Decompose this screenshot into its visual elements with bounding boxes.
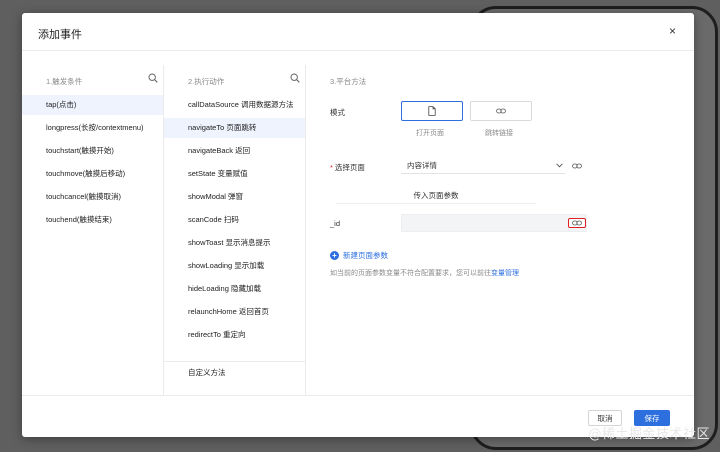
mode-label: 模式 <box>330 108 345 117</box>
action-item-redirectto[interactable]: redirectTo 重定向 <box>164 325 305 345</box>
param-bind-link-button[interactable] <box>568 218 586 228</box>
link-icon <box>496 108 506 114</box>
param-hint-text: 如当前的页面参数变量不符合配置要求，您可以前往 <box>330 270 491 277</box>
platform-method-header: 3.平台方法 <box>330 77 367 86</box>
action-item-showloading[interactable]: showLoading 显示加载 <box>164 256 305 276</box>
new-page-param-button[interactable]: + 新建页面参数 <box>330 250 388 261</box>
trigger-item-touchcancel[interactable]: touchcancel(触摸取消) <box>22 187 163 207</box>
select-page-label-text: 选择页面 <box>334 163 365 172</box>
select-page-value: 内容详情 <box>407 161 437 170</box>
trigger-item-touchend[interactable]: touchend(触摸结束) <box>22 210 163 230</box>
param-id-input[interactable] <box>401 214 587 232</box>
action-item-navigateto[interactable]: navigateTo 页面跳转 <box>164 118 305 138</box>
mode-open-page-caption: 打开页面 <box>416 130 444 137</box>
action-column: 2.执行动作 callDataSource 调用数据源方法 navigateTo… <box>164 65 306 395</box>
search-icon[interactable] <box>148 73 158 83</box>
action-item-calldatasource[interactable]: callDataSource 调用数据源方法 <box>164 95 305 115</box>
file-icon <box>428 106 436 116</box>
mode-open-page-button[interactable] <box>401 101 463 121</box>
param-id-label: _id <box>330 219 341 228</box>
watermark: @稀土掘金技术社区 <box>588 427 710 442</box>
trigger-column-header: 1.触发条件 <box>46 77 83 86</box>
trigger-item-touchstart[interactable]: touchstart(触摸开始) <box>22 141 163 161</box>
plus-icon: + <box>330 251 339 260</box>
action-column-header: 2.执行动作 <box>188 77 225 86</box>
action-item-showtoast[interactable]: showToast 显示消息提示 <box>164 233 305 253</box>
pass-params-label: 传入页面参数 <box>413 191 459 200</box>
search-icon[interactable] <box>290 73 300 83</box>
chevron-down-icon <box>556 163 563 168</box>
variable-management-link[interactable]: 变量管理 <box>491 270 519 277</box>
mode-jump-link-button[interactable] <box>470 101 532 121</box>
select-page-dropdown[interactable]: 内容详情 <box>401 158 565 174</box>
pass-params-section: 传入页面参数 <box>336 190 536 204</box>
trigger-column: 1.触发条件 tap(点击) longpress(长按/contextmenu)… <box>22 65 164 395</box>
select-page-label: * 选择页面 <box>330 162 365 173</box>
add-event-dialog: 添加事件 × 1.触发条件 tap(点击) longpress(长按/conte… <box>22 13 694 437</box>
trigger-item-touchmove[interactable]: touchmove(触摸后移动) <box>22 164 163 184</box>
param-hint: 如当前的页面参数变量不符合配置要求，您可以前往变量管理 <box>330 268 519 278</box>
platform-method-column: 3.平台方法 模式 打开页面 跳转链接 * 选择页面 内容详情 传入页面参数 _… <box>306 65 694 395</box>
trigger-item-longpress[interactable]: longpress(长按/contextmenu) <box>22 118 163 138</box>
action-item-hideloading[interactable]: hideLoading 隐藏加载 <box>164 279 305 299</box>
new-page-param-label: 新建页面参数 <box>343 251 388 260</box>
mode-jump-link-caption: 跳转链接 <box>485 130 513 137</box>
close-button[interactable]: × <box>669 25 676 37</box>
trigger-item-tap[interactable]: tap(点击) <box>22 95 163 115</box>
link-icon <box>572 220 582 226</box>
link-icon[interactable] <box>572 163 582 169</box>
required-mark: * <box>330 163 333 172</box>
action-item-setstate[interactable]: setState 变量赋值 <box>164 164 305 184</box>
dialog-header: 添加事件 × <box>22 13 694 51</box>
action-item-relaunchhome[interactable]: relaunchHome 返回首页 <box>164 302 305 322</box>
divider <box>164 361 305 362</box>
action-item-showmodal[interactable]: showModal 弹窗 <box>164 187 305 207</box>
action-item-navigateback[interactable]: navigateBack 返回 <box>164 141 305 161</box>
custom-method-item[interactable]: 自定义方法 <box>164 363 305 383</box>
dialog-title: 添加事件 <box>38 29 82 41</box>
action-item-scancode[interactable]: scanCode 扫码 <box>164 210 305 230</box>
